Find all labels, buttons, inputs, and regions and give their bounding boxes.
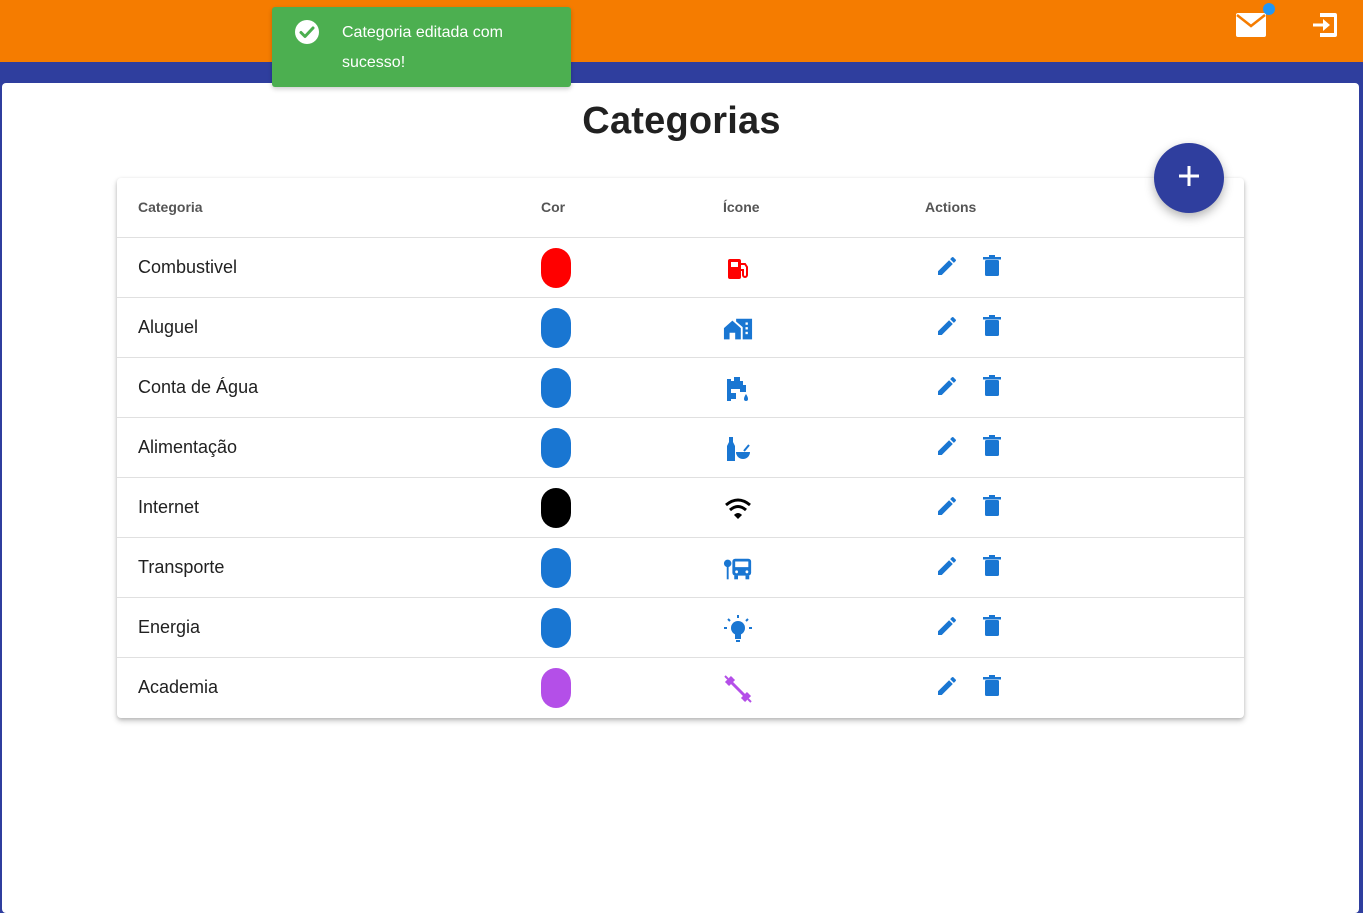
top-app-bar — [0, 0, 1363, 62]
column-header-categoria: Categoria — [138, 199, 203, 215]
table-row: Transporte — [117, 538, 1244, 598]
trash-icon — [980, 314, 1004, 343]
table-row: Alimentação — [117, 418, 1244, 478]
add-category-button[interactable] — [1154, 143, 1224, 213]
column-header-cor: Cor — [541, 199, 566, 215]
check-circle-icon — [294, 19, 320, 45]
table-row: Combustivel — [117, 238, 1244, 298]
category-name: Combustivel — [138, 257, 238, 277]
bus-stop-icon — [723, 554, 753, 584]
plus-icon — [1178, 165, 1200, 192]
pencil-icon — [935, 434, 959, 463]
delete-button[interactable] — [978, 494, 1006, 522]
trash-icon — [980, 254, 1004, 283]
mail-button[interactable] — [1234, 10, 1268, 44]
edit-button[interactable] — [933, 554, 961, 582]
gas-station-icon — [723, 254, 753, 284]
table-row: Aluguel — [117, 298, 1244, 358]
delete-button[interactable] — [978, 554, 1006, 582]
table-header: Categoria Cor Ícone Actions — [117, 178, 1244, 238]
color-swatch — [541, 368, 571, 408]
edit-button[interactable] — [933, 674, 961, 702]
category-name: Aluguel — [138, 317, 199, 337]
categories-table: Categoria Cor Ícone Actions Combustivel A… — [117, 178, 1244, 718]
table-row: Academia — [117, 658, 1244, 717]
color-swatch — [541, 308, 571, 348]
column-header-icone: Ícone — [723, 199, 760, 215]
pencil-icon — [935, 374, 959, 403]
water-tap-icon — [723, 374, 753, 404]
table-row: Conta de Água — [117, 358, 1244, 418]
delete-button[interactable] — [978, 434, 1006, 462]
mail-icon — [1235, 12, 1267, 43]
category-name: Academia — [138, 677, 219, 697]
trash-icon — [980, 434, 1004, 463]
dumbbell-icon — [723, 674, 753, 704]
edit-button[interactable] — [933, 374, 961, 402]
logout-icon — [1311, 11, 1339, 44]
category-name: Alimentação — [138, 437, 238, 457]
color-swatch — [541, 248, 571, 288]
home-city-icon — [723, 314, 753, 344]
table-row: Energia — [117, 598, 1244, 658]
pencil-icon — [935, 554, 959, 583]
trash-icon — [980, 674, 1004, 703]
edit-button[interactable] — [933, 254, 961, 282]
delete-button[interactable] — [978, 254, 1006, 282]
delete-button[interactable] — [978, 674, 1006, 702]
pencil-icon — [935, 254, 959, 283]
edit-button[interactable] — [933, 314, 961, 342]
pencil-icon — [935, 614, 959, 643]
pencil-icon — [935, 674, 959, 703]
category-name: Transporte — [138, 557, 225, 577]
delete-button[interactable] — [978, 314, 1006, 342]
trash-icon — [980, 614, 1004, 643]
food-bottle-bowl-icon — [723, 434, 753, 464]
color-swatch — [541, 608, 571, 648]
pencil-icon — [935, 494, 959, 523]
delete-button[interactable] — [978, 614, 1006, 642]
column-header-actions: Actions — [925, 199, 977, 215]
edit-button[interactable] — [933, 494, 961, 522]
category-name: Internet — [138, 497, 200, 517]
table-row: Internet — [117, 478, 1244, 538]
edit-button[interactable] — [933, 614, 961, 642]
success-toast: Categoria editada com sucesso! — [272, 7, 571, 87]
category-name: Energia — [138, 617, 201, 637]
color-swatch — [541, 548, 571, 588]
edit-button[interactable] — [933, 434, 961, 462]
color-swatch — [541, 428, 571, 468]
trash-icon — [980, 374, 1004, 403]
trash-icon — [980, 494, 1004, 523]
lightbulb-icon — [723, 614, 753, 644]
pencil-icon — [935, 314, 959, 343]
wifi-icon — [723, 494, 753, 524]
trash-icon — [980, 554, 1004, 583]
category-name: Conta de Água — [138, 377, 259, 397]
delete-button[interactable] — [978, 374, 1006, 402]
logout-button[interactable] — [1308, 10, 1342, 44]
toast-message: Categoria editada com sucesso! — [342, 24, 503, 71]
color-swatch — [541, 668, 571, 708]
page-title: Categorias — [582, 100, 781, 142]
notification-badge — [1263, 3, 1275, 15]
color-swatch — [541, 488, 571, 528]
